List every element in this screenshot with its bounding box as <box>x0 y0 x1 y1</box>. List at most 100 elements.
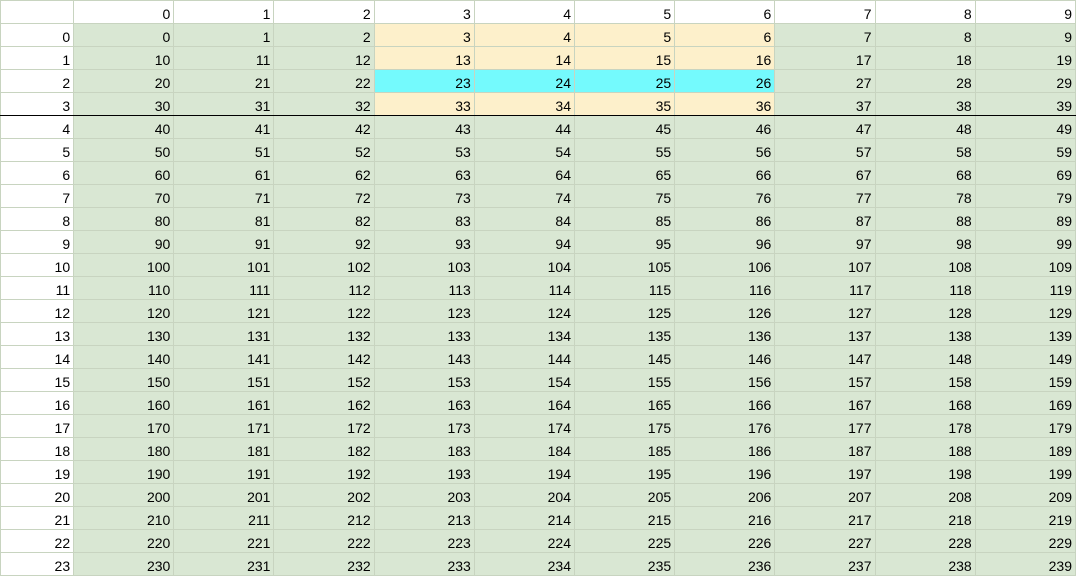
grid-cell[interactable]: 70 <box>73 184 175 208</box>
grid-cell[interactable]: 198 <box>874 460 976 484</box>
column-header-8[interactable]: 8 <box>874 0 976 24</box>
grid-cell[interactable]: 16 <box>674 46 776 70</box>
grid-cell[interactable]: 7 <box>774 23 876 47</box>
grid-cell[interactable]: 20 <box>73 69 175 93</box>
grid-cell[interactable]: 188 <box>874 437 976 461</box>
grid-cell[interactable]: 2 <box>273 23 375 47</box>
grid-cell[interactable]: 177 <box>774 414 876 438</box>
grid-cell[interactable]: 224 <box>473 529 575 553</box>
grid-cell[interactable]: 160 <box>73 391 175 415</box>
grid-cell[interactable]: 112 <box>273 276 375 300</box>
grid-cell[interactable]: 90 <box>73 230 175 254</box>
column-header-2[interactable]: 2 <box>273 0 375 24</box>
grid-cell[interactable]: 219 <box>974 506 1077 530</box>
grid-cell[interactable]: 75 <box>573 184 676 208</box>
row-header[interactable]: 4 <box>0 115 75 139</box>
grid-cell[interactable]: 190 <box>73 460 175 484</box>
grid-cell[interactable]: 99 <box>974 230 1077 254</box>
grid-cell[interactable]: 142 <box>273 345 375 369</box>
grid-cell[interactable]: 25 <box>573 69 676 93</box>
grid-cell[interactable]: 151 <box>173 368 275 392</box>
grid-cell[interactable]: 180 <box>73 437 175 461</box>
grid-cell[interactable]: 150 <box>73 368 175 392</box>
grid-cell[interactable]: 234 <box>473 552 575 576</box>
grid-cell[interactable]: 168 <box>874 391 976 415</box>
row-header[interactable]: 9 <box>0 230 75 254</box>
grid-cell[interactable]: 8 <box>874 23 976 47</box>
grid-cell[interactable]: 117 <box>774 276 876 300</box>
grid-cell[interactable]: 119 <box>974 276 1077 300</box>
grid-cell[interactable]: 176 <box>674 414 776 438</box>
grid-cell[interactable]: 179 <box>974 414 1077 438</box>
grid-cell[interactable]: 11 <box>173 46 275 70</box>
grid-cell[interactable]: 228 <box>874 529 976 553</box>
grid-cell[interactable]: 171 <box>173 414 275 438</box>
grid-cell[interactable]: 122 <box>273 299 375 323</box>
grid-cell[interactable]: 30 <box>73 92 175 116</box>
grid-cell[interactable]: 3 <box>373 23 475 47</box>
grid-cell[interactable]: 38 <box>874 92 976 116</box>
grid-cell[interactable]: 135 <box>573 322 676 346</box>
grid-cell[interactable]: 21 <box>173 69 275 93</box>
grid-cell[interactable]: 51 <box>173 138 275 162</box>
grid-cell[interactable]: 152 <box>273 368 375 392</box>
grid-cell[interactable]: 12 <box>273 46 375 70</box>
grid-cell[interactable]: 50 <box>73 138 175 162</box>
grid-cell[interactable]: 101 <box>173 253 275 277</box>
grid-cell[interactable]: 236 <box>674 552 776 576</box>
grid-cell[interactable]: 196 <box>674 460 776 484</box>
row-header[interactable]: 22 <box>0 529 75 553</box>
grid-cell[interactable]: 121 <box>173 299 275 323</box>
grid-cell[interactable]: 232 <box>273 552 375 576</box>
grid-cell[interactable]: 137 <box>774 322 876 346</box>
grid-cell[interactable]: 41 <box>173 115 275 139</box>
grid-cell[interactable]: 217 <box>774 506 876 530</box>
row-header[interactable]: 15 <box>0 368 75 392</box>
grid-cell[interactable]: 169 <box>974 391 1077 415</box>
grid-cell[interactable]: 26 <box>674 69 776 93</box>
grid-cell[interactable]: 161 <box>173 391 275 415</box>
grid-cell[interactable]: 28 <box>874 69 976 93</box>
grid-cell[interactable]: 220 <box>73 529 175 553</box>
grid-cell[interactable]: 42 <box>273 115 375 139</box>
row-header[interactable]: 17 <box>0 414 75 438</box>
grid-cell[interactable]: 175 <box>573 414 676 438</box>
grid-cell[interactable]: 156 <box>674 368 776 392</box>
grid-cell[interactable]: 205 <box>573 483 676 507</box>
grid-cell[interactable]: 81 <box>173 207 275 231</box>
grid-cell[interactable]: 238 <box>874 552 976 576</box>
row-header[interactable]: 18 <box>0 437 75 461</box>
grid-cell[interactable]: 144 <box>473 345 575 369</box>
row-header[interactable]: 8 <box>0 207 75 231</box>
grid-cell[interactable]: 66 <box>674 161 776 185</box>
grid-cell[interactable]: 87 <box>774 207 876 231</box>
column-header-1[interactable]: 1 <box>173 0 275 24</box>
grid-cell[interactable]: 86 <box>674 207 776 231</box>
grid-cell[interactable]: 95 <box>573 230 676 254</box>
grid-cell[interactable]: 126 <box>674 299 776 323</box>
grid-cell[interactable]: 60 <box>73 161 175 185</box>
grid-cell[interactable]: 227 <box>774 529 876 553</box>
grid-cell[interactable]: 114 <box>473 276 575 300</box>
grid-cell[interactable]: 186 <box>674 437 776 461</box>
grid-cell[interactable]: 155 <box>573 368 676 392</box>
row-header[interactable]: 19 <box>0 460 75 484</box>
grid-cell[interactable]: 13 <box>373 46 475 70</box>
grid-cell[interactable]: 210 <box>73 506 175 530</box>
grid-cell[interactable]: 39 <box>974 92 1077 116</box>
grid-cell[interactable]: 197 <box>774 460 876 484</box>
row-header[interactable]: 10 <box>0 253 75 277</box>
grid-cell[interactable]: 184 <box>473 437 575 461</box>
grid-cell[interactable]: 211 <box>173 506 275 530</box>
grid-cell[interactable]: 218 <box>874 506 976 530</box>
grid-cell[interactable]: 10 <box>73 46 175 70</box>
grid-cell[interactable]: 124 <box>473 299 575 323</box>
grid-cell[interactable]: 61 <box>173 161 275 185</box>
grid-cell[interactable]: 76 <box>674 184 776 208</box>
grid-cell[interactable]: 58 <box>874 138 976 162</box>
grid-cell[interactable]: 62 <box>273 161 375 185</box>
grid-cell[interactable]: 0 <box>73 23 175 47</box>
grid-cell[interactable]: 181 <box>173 437 275 461</box>
grid-cell[interactable]: 185 <box>573 437 676 461</box>
grid-cell[interactable]: 194 <box>473 460 575 484</box>
